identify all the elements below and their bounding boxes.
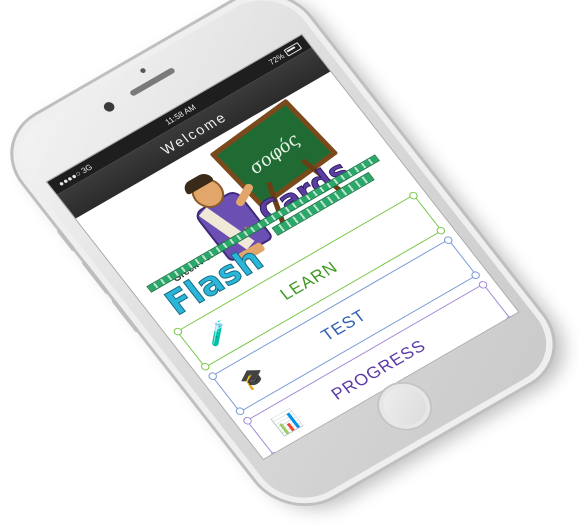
frame-corner <box>407 190 420 201</box>
frame-corner <box>442 234 455 246</box>
frame-corner <box>199 361 212 372</box>
frame-corner <box>206 370 219 382</box>
frame-corner <box>434 225 447 236</box>
frame-corner <box>241 415 254 426</box>
test-tube-icon: 🧪 <box>200 318 237 350</box>
scene: ●●●●○ 3G 11:58 AM 72% Welcome σοφός Card… <box>0 0 579 522</box>
frame-corner <box>477 279 490 290</box>
learn-label: LEARN <box>276 257 342 304</box>
frame-corner <box>171 326 184 337</box>
graduation-cap-icon: 🎓 <box>235 363 272 394</box>
bar-chart-icon: 📊 <box>270 407 307 439</box>
test-label: TEST <box>317 305 371 345</box>
chalkboard-text: σοφός <box>243 129 304 178</box>
frame-corner <box>234 406 247 417</box>
phone-device: ●●●●○ 3G 11:58 AM 72% Welcome σοφός Card… <box>0 0 575 522</box>
frame-corner <box>469 270 482 281</box>
